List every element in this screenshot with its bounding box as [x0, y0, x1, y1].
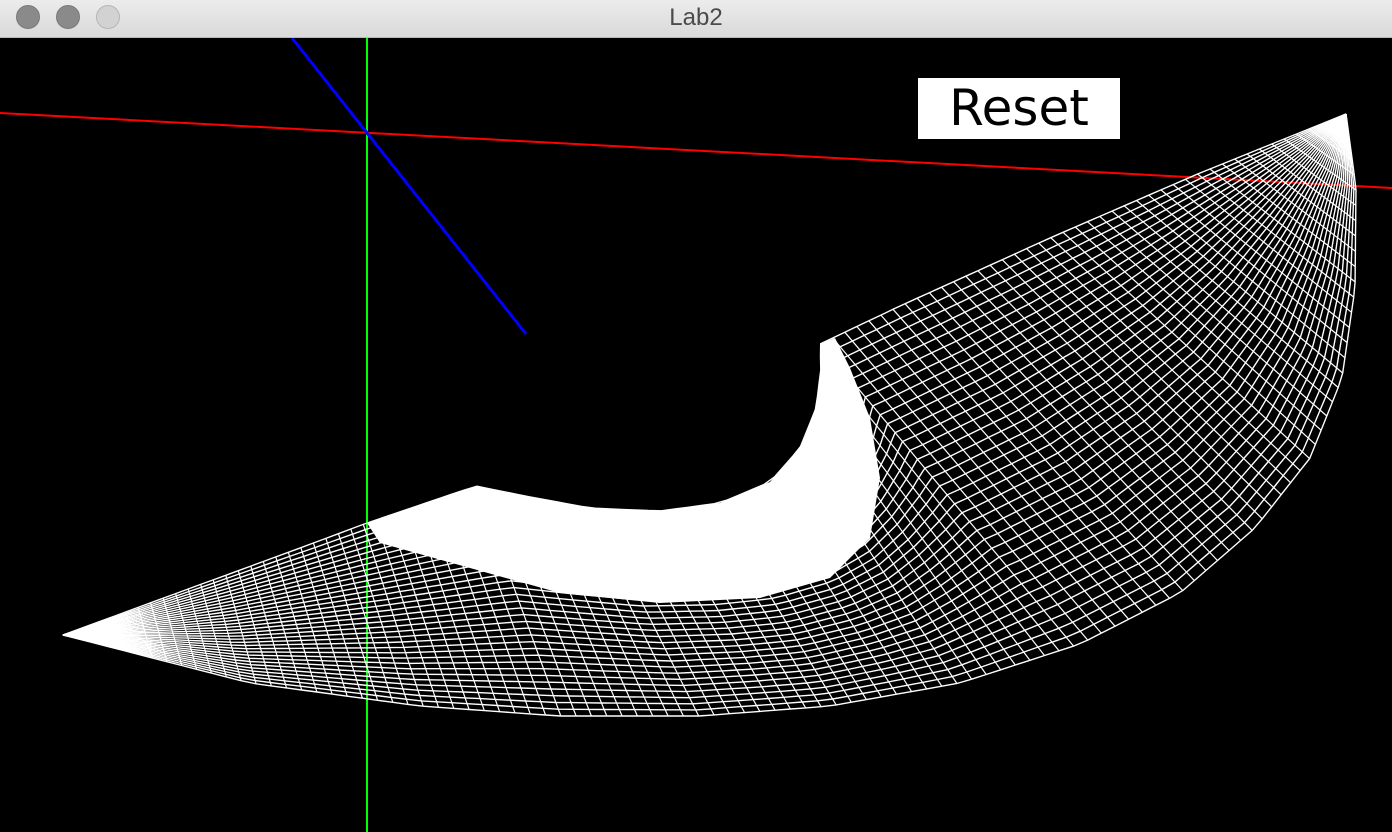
app-window: Lab2 Reset	[0, 0, 1392, 832]
render-canvas[interactable]: Reset	[0, 38, 1392, 832]
mesh-line	[1001, 259, 1263, 520]
mesh-line	[977, 270, 1242, 541]
mesh-line	[1123, 205, 1339, 388]
mesh-dense-fill	[367, 338, 880, 603]
title-bar: Lab2	[0, 0, 1392, 38]
window-title: Lab2	[669, 4, 723, 31]
scene-svg	[0, 38, 1392, 832]
z-axis-line	[290, 38, 528, 335]
wireframe-mesh	[62, 113, 1357, 717]
x-axis-line	[0, 112, 1392, 189]
mesh-line	[989, 264, 1253, 531]
reset-button[interactable]: Reset	[918, 78, 1120, 139]
mesh-line	[1172, 184, 1350, 328]
